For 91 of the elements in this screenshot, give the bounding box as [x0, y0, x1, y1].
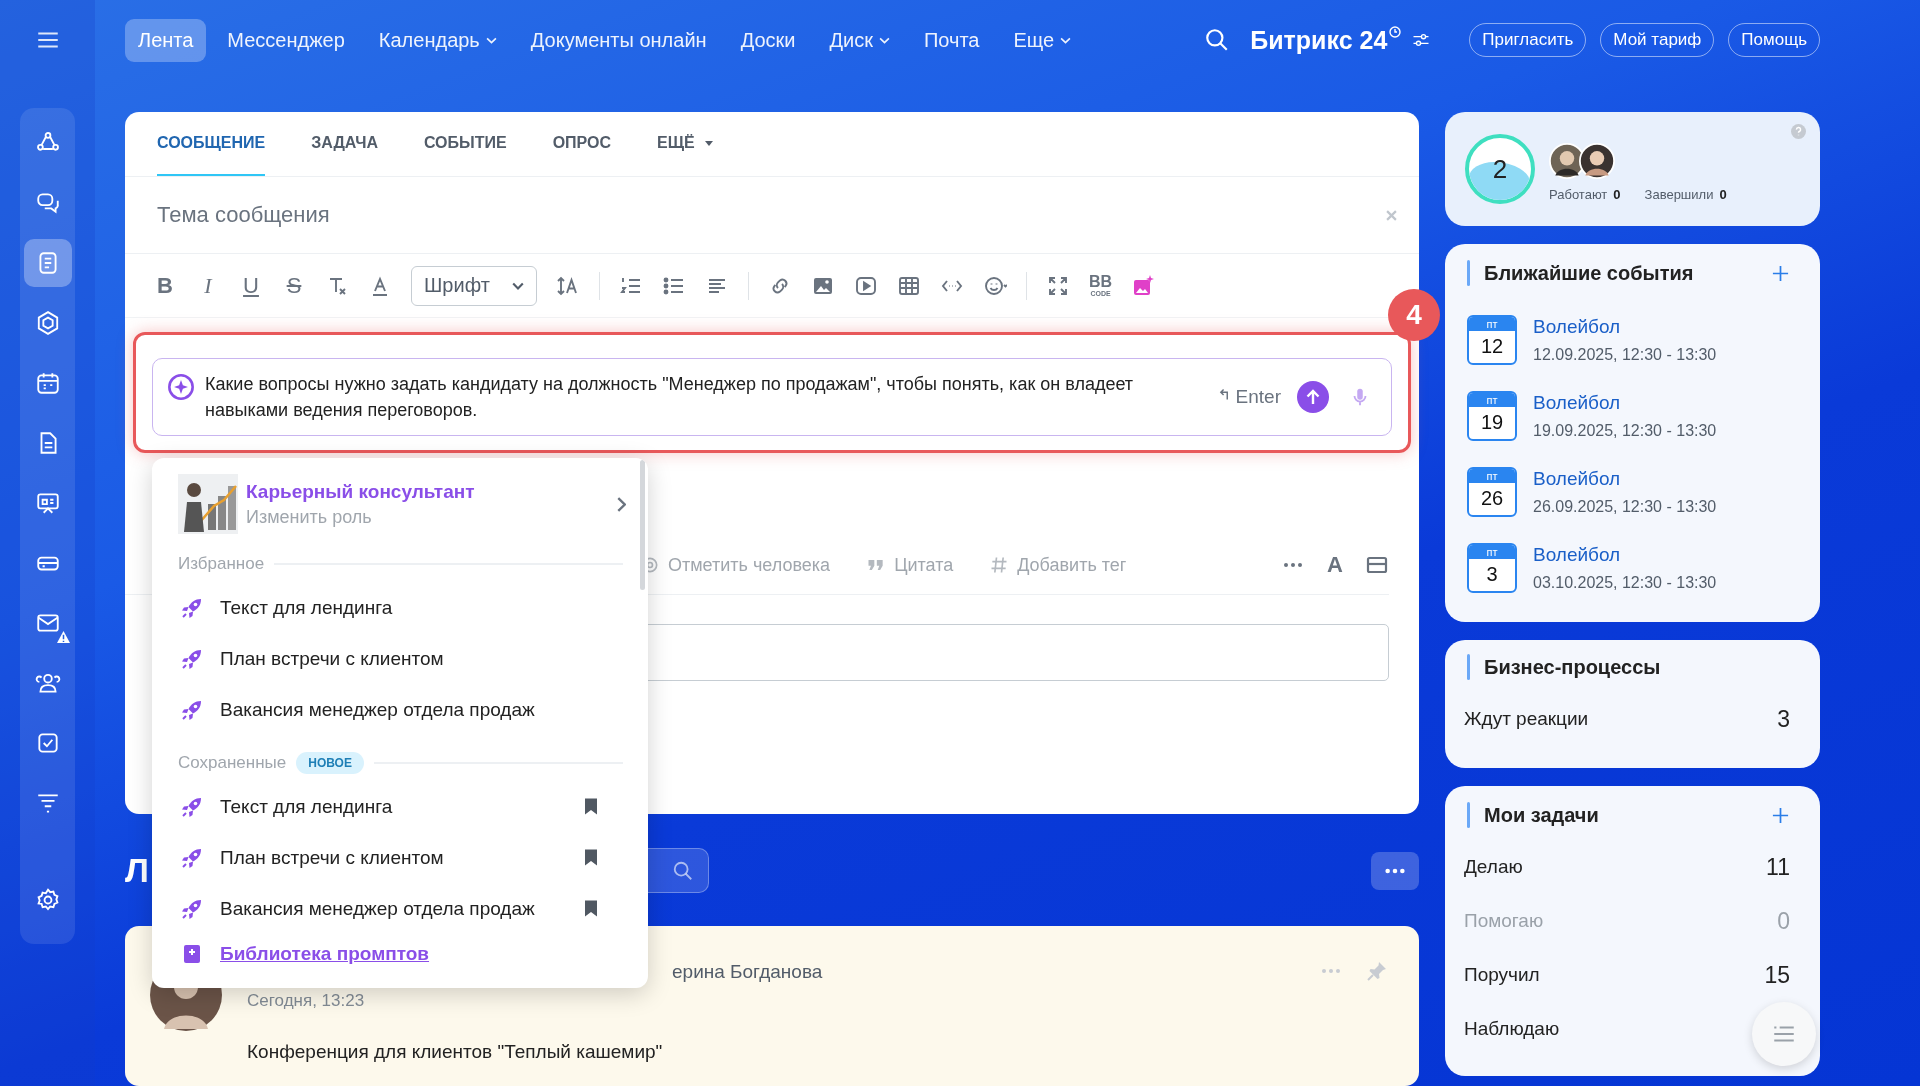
prompt-item[interactable]: Текст для лендинга: [152, 582, 648, 633]
nav-tab[interactable]: Мессенджер: [214, 18, 358, 62]
counter-row[interactable]: Наблюдаю: [1464, 1002, 1560, 1056]
date-badge: пт 12: [1467, 315, 1517, 365]
composer-tab[interactable]: ЗАДАЧА: [311, 112, 378, 176]
return-icon: [1218, 387, 1230, 401]
sidebar-item[interactable]: [23, 239, 72, 287]
event-link[interactable]: Волейбол: [1533, 316, 1717, 338]
feed-title: Л: [125, 851, 149, 890]
role-action: Изменить роль: [246, 506, 373, 528]
prompt-item[interactable]: План встречи с клиентом: [152, 633, 648, 684]
ai-prompt-field[interactable]: Какие вопросы нужно задать кандидату на должность "Менеджер по продажам", чтобы понять, как он владеет навыками ведения переговоров. Enter: [152, 358, 1392, 436]
add-icon[interactable]: [1771, 263, 1790, 283]
prompt-label: Текст для лендинга: [220, 795, 394, 818]
section-title: Сохраненные: [178, 753, 287, 773]
prompt-item[interactable]: План встречи с клиентом: [152, 832, 648, 883]
event-time: 26.09.2025, 12:30 - 13:30: [1533, 498, 1717, 516]
composer-tab[interactable]: ОПРОС: [552, 112, 612, 176]
font-select[interactable]: Шрифт: [411, 265, 537, 306]
calendar-icon: [34, 370, 61, 396]
send-button[interactable]: [1297, 381, 1329, 413]
date-badge: пт 26: [1467, 467, 1517, 517]
event-link[interactable]: Волейбол: [1533, 392, 1717, 414]
underline-button[interactable]: U: [239, 272, 263, 299]
presence-meter[interactable]: 2: [1465, 134, 1535, 204]
bookmark-icon[interactable]: [584, 848, 598, 867]
library-link[interactable]: Библиотека промптов: [152, 934, 648, 974]
presentation-icon: [34, 490, 61, 516]
section-title: Избранное: [178, 554, 265, 574]
widget-title: Мои задачи: [1484, 803, 1599, 827]
prompt-item[interactable]: Вакансия менеджер отдела продаж: [152, 883, 648, 934]
post-text: Конференция для клиентов "Теплый кашемир": [247, 1041, 664, 1063]
caret-icon: [512, 281, 524, 290]
nav-tab[interactable]: Лента: [125, 18, 207, 62]
chevron-icon: [617, 496, 626, 512]
composer-tab[interactable]: СОБЫТИЕ: [423, 112, 507, 176]
stat-label: Завершили: [1644, 186, 1714, 202]
subject-field[interactable]: Тема сообщения: [157, 202, 1386, 228]
more-button[interactable]: [1371, 851, 1419, 890]
event-time: 03.10.2025, 12:30 - 13:30: [1533, 574, 1717, 592]
step-marker: 4: [1388, 289, 1440, 341]
format-button[interactable]: A: [1327, 552, 1343, 578]
new-badge: НОВОЕ: [296, 752, 364, 774]
composer-tab[interactable]: ЕЩЁ: [657, 112, 713, 176]
date-badge: пт 3: [1467, 543, 1517, 593]
event-time: 19.09.2025, 12:30 - 13:30: [1533, 422, 1717, 440]
prompt-label: Текст для лендинга: [220, 596, 394, 619]
role-item[interactable]: Карьерный консультант Изменить роль: [152, 472, 648, 536]
stat-value: 0: [1719, 186, 1727, 202]
prompt-label: План встречи с клиентом: [220, 846, 445, 869]
add-icon[interactable]: [1771, 805, 1790, 825]
sparkle-image-icon[interactable]: [1131, 273, 1156, 298]
more-icon: [1384, 866, 1406, 875]
counter-row[interactable]: Делаю 11: [1464, 840, 1798, 894]
bookmark-icon[interactable]: [584, 899, 598, 918]
counter-row[interactable]: Ждут реакции 3: [1464, 692, 1798, 746]
prompt-item[interactable]: Вакансия менеджер отдела продаж: [152, 684, 648, 735]
counter-row[interactable]: Поручил 15: [1464, 948, 1798, 1002]
role-name: Карьерный консультант: [246, 480, 476, 503]
nav-tab[interactable]: Почта: [910, 18, 993, 62]
event-link[interactable]: Волейбол: [1533, 468, 1717, 490]
post-time: Сегодня, 13:23: [247, 991, 366, 1011]
bold-button[interactable]: B: [153, 272, 177, 299]
prompt-item[interactable]: Текст для лендинга: [152, 781, 648, 832]
logo[interactable]: Битрикс 24: [1250, 25, 1388, 55]
strikethrough-button[interactable]: S: [282, 272, 306, 299]
event-link[interactable]: Волейбол: [1533, 544, 1717, 566]
search-icon: [671, 859, 694, 882]
stat-label: Работают: [1549, 186, 1608, 202]
widget-title: Ближайшие события: [1484, 261, 1694, 285]
prompt-label: План встречи с клиентом: [220, 647, 445, 670]
prompt-text: Какие вопросы нужно задать кандидату на должность "Менеджер по продажам", чтобы понять, как он владеет навыками ведения переговоров.: [205, 373, 1135, 422]
widget-title: Бизнес-процессы: [1484, 655, 1661, 679]
event-time: 12.09.2025, 12:30 - 13:30: [1533, 346, 1717, 364]
chat-icon: [34, 190, 61, 216]
prompt-label: Вакансия менеджер отдела продаж: [220, 698, 536, 721]
avatar: [1579, 142, 1615, 179]
nav-tab[interactable]: Документы онлайн: [517, 18, 720, 62]
composer-tab[interactable]: СООБЩЕНИЕ: [157, 112, 266, 176]
nav-tab[interactable]: Диск: [816, 18, 903, 62]
enter-hint: Enter: [1235, 386, 1281, 408]
nav-tab[interactable]: Календарь: [365, 18, 510, 62]
stat-value: 0: [1613, 186, 1621, 202]
prompt-label: Вакансия менеджер отдела продаж: [220, 897, 536, 920]
sparkle-icon: [167, 373, 195, 401]
clock-icon: [1389, 26, 1402, 38]
nav-tab[interactable]: Еще: [1000, 18, 1085, 62]
bookmark-icon[interactable]: [584, 797, 598, 816]
italic-button[interactable]: I: [196, 272, 220, 299]
nav-tab[interactable]: Доски: [727, 18, 809, 62]
date-badge: пт 19: [1467, 391, 1517, 441]
